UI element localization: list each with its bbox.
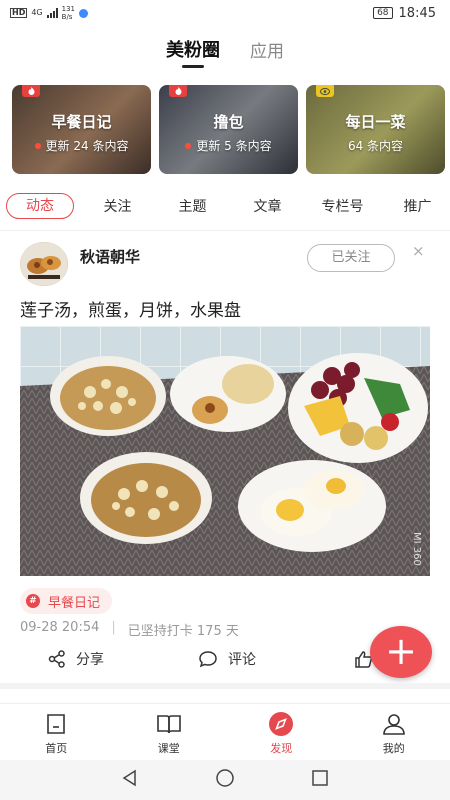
card-update: 64 条内容 — [306, 137, 445, 154]
home-icon — [42, 712, 70, 736]
nav-discover-label: 发现 — [270, 742, 293, 755]
share-icon — [48, 650, 65, 668]
comment-button[interactable]: 评论 — [198, 649, 256, 669]
share-button[interactable]: 分享 — [48, 649, 104, 669]
create-post-button[interactable]: + — [370, 626, 432, 678]
card-title: 每日一菜 — [345, 113, 406, 131]
status-bar: HD 4G 131 B/s 68 18:45 — [0, 0, 450, 26]
nav-class[interactable]: 课堂 — [113, 704, 226, 761]
update-dot — [34, 142, 41, 149]
card-title: 早餐日记 — [51, 113, 112, 131]
topic-card-daily-dish[interactable]: 每日一菜 64 条内容 — [306, 85, 445, 174]
comment-label: 评论 — [228, 652, 256, 668]
card-update-text: 64 条内容 — [347, 139, 404, 153]
top-tabs: 美粉圈 应用 — [0, 34, 450, 64]
post-meta: 09-28 20:54 | 已坚持打卡 175 天 — [20, 620, 239, 639]
card-update: 更新 5 条内容 — [159, 137, 298, 154]
post-header: 秋语朝华 已关注 × — [20, 240, 430, 286]
user-icon — [380, 712, 408, 736]
nav-me-label: 我的 — [382, 742, 405, 755]
nav-class-label: 课堂 — [157, 742, 180, 755]
bottom-nav: 首页 课堂 发现 我的 — [0, 703, 450, 761]
network-speed-unit: B/s — [61, 13, 73, 21]
tab-promotion[interactable]: 推广 — [380, 196, 450, 216]
avatar[interactable] — [20, 242, 68, 286]
clock: 18:45 — [398, 5, 436, 21]
home-circle-icon[interactable] — [215, 768, 235, 792]
battery-icon: 68 — [373, 7, 393, 19]
book-icon — [155, 712, 183, 736]
divider — [0, 230, 450, 231]
nav-me[interactable]: 我的 — [338, 704, 450, 761]
network-type: 4G — [31, 8, 43, 17]
nav-home[interactable]: 首页 — [0, 704, 113, 761]
eye-icon — [316, 85, 334, 97]
card-title: 撸包 — [213, 113, 244, 131]
share-label: 分享 — [76, 652, 104, 668]
network-speed: 131 B/s — [62, 5, 75, 21]
tab-topics[interactable]: 主题 — [155, 196, 230, 216]
hashtag-icon: # — [26, 594, 40, 608]
post-text: 莲子汤，煎蛋，月饼，水果盘 — [20, 301, 241, 321]
system-nav-bar — [0, 760, 450, 800]
username[interactable]: 秋语朝华 — [80, 246, 140, 267]
tab-columns[interactable]: 专栏号 — [305, 196, 380, 216]
topic-carousel[interactable]: 早餐日记 更新 24 条内容 撸包 更新 5 条内容 每日一菜 64 条内容 — [12, 85, 450, 175]
tab-apps[interactable]: 应用 — [250, 37, 284, 62]
next-post-peek — [0, 689, 450, 703]
post-date: 09-28 20:54 — [20, 620, 100, 635]
status-right: 68 18:45 — [373, 6, 436, 21]
fire-icon — [22, 85, 40, 97]
topic-chip-label: 早餐日记 — [48, 595, 101, 611]
comment-icon — [199, 651, 217, 668]
topic-card-breakfast[interactable]: 早餐日记 更新 24 条内容 — [12, 85, 151, 174]
tab-following[interactable]: 关注 — [80, 196, 155, 216]
close-icon[interactable]: × — [412, 242, 425, 260]
update-dot — [185, 142, 192, 149]
network-speed-value: 131 — [61, 5, 76, 13]
follow-button[interactable]: 已关注 — [307, 244, 395, 272]
category-tabs: 动态 关注 主题 文章 专栏号 推广 — [6, 192, 450, 220]
card-update-text: 更新 24 条内容 — [45, 139, 129, 153]
fire-icon — [169, 85, 187, 97]
topic-card-bread[interactable]: 撸包 更新 5 条内容 — [159, 85, 298, 174]
tab-meifenquan[interactable]: 美粉圈 — [166, 36, 220, 62]
security-icon — [79, 8, 89, 18]
nav-discover[interactable]: 发现 — [225, 704, 338, 761]
card-update-text: 更新 5 条内容 — [196, 139, 272, 153]
nav-home-label: 首页 — [45, 742, 68, 755]
card-update: 更新 24 条内容 — [12, 137, 151, 154]
post-photo[interactable]: MI 360 — [20, 326, 430, 576]
tab-articles[interactable]: 文章 — [230, 196, 305, 216]
signal-icon — [46, 8, 58, 18]
meta-separator: | — [111, 620, 116, 635]
back-icon[interactable] — [121, 769, 139, 791]
compass-icon — [267, 712, 295, 736]
tab-feed[interactable]: 动态 — [6, 193, 74, 219]
hd-indicator: HD — [10, 8, 28, 18]
photo-watermark: MI 360 — [411, 532, 422, 566]
topic-chip[interactable]: # 早餐日记 — [20, 588, 113, 614]
checkin-streak: 已坚持打卡 175 天 — [127, 624, 239, 639]
status-left: HD 4G 131 B/s — [10, 5, 89, 21]
recents-icon[interactable] — [311, 769, 329, 791]
